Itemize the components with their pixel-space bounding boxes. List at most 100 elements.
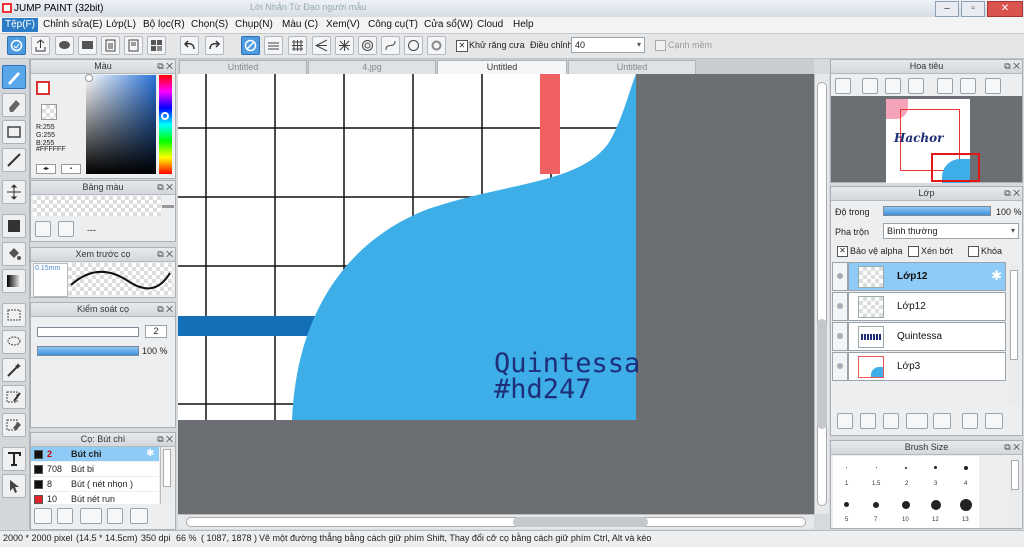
copy-layer-icon[interactable] <box>962 413 978 429</box>
brush-size-dot[interactable] <box>902 501 910 509</box>
zoom-fit-icon[interactable] <box>835 78 851 94</box>
page-icon[interactable] <box>101 36 120 55</box>
brush-size-dot[interactable] <box>960 499 972 511</box>
rectangle-select-icon[interactable] <box>2 120 26 144</box>
pen-tool-icon[interactable] <box>2 65 26 89</box>
export-icon[interactable] <box>31 36 50 55</box>
close-button[interactable]: ✕ <box>987 1 1023 17</box>
brush-cloud-icon[interactable] <box>34 508 52 524</box>
blend-mode-select[interactable]: Bình thường ▾ <box>883 223 1019 239</box>
menu-color[interactable]: Màu (C) <box>279 18 321 32</box>
menu-capture[interactable]: Chụp(N) <box>232 18 276 32</box>
select-pen-icon[interactable] <box>2 385 26 409</box>
cloud-icon[interactable] <box>7 36 26 55</box>
tab-untitled-2[interactable]: Untitled <box>437 60 567 74</box>
brush-size-scroll-thumb[interactable] <box>1011 460 1019 490</box>
layer-row[interactable]: Lớp3 <box>848 352 1006 381</box>
panel-close-icon[interactable]: ⧉ ✕ <box>1004 188 1020 199</box>
clipping-checkbox[interactable] <box>908 246 919 257</box>
panel-close-icon[interactable]: ⧉ ✕ <box>157 61 173 72</box>
line-tool-icon[interactable] <box>2 148 26 172</box>
rotate-left-icon[interactable] <box>937 78 953 94</box>
layer-visibility-toggle[interactable] <box>832 322 848 351</box>
antialias-checkbox[interactable]: ✕ <box>456 40 468 52</box>
vertical-scrollbar[interactable] <box>814 74 829 514</box>
vanishing-point-icon[interactable] <box>312 36 331 55</box>
menu-view[interactable]: Xem(V) <box>323 18 363 32</box>
brush-size-dot[interactable] <box>964 466 968 470</box>
message-icon[interactable] <box>78 36 97 55</box>
fill-rect-icon[interactable] <box>2 214 26 238</box>
vertical-scroll-thumb[interactable] <box>817 319 827 429</box>
select-eraser-icon[interactable] <box>2 413 26 437</box>
brush-size-field[interactable]: 2 <box>145 325 167 338</box>
merge-layer-icon[interactable] <box>985 413 1003 429</box>
panel-close-icon[interactable]: ⧉ ✕ <box>1004 442 1020 453</box>
concentric-snap-icon[interactable] <box>358 36 377 55</box>
zoom-out-icon[interactable] <box>908 78 924 94</box>
hue-slider[interactable] <box>159 75 172 174</box>
panel-close-icon[interactable]: ⧉ ✕ <box>157 249 173 260</box>
brush-size-dot[interactable] <box>846 467 847 468</box>
panel-close-icon[interactable]: ⧉ ✕ <box>157 434 173 445</box>
sv-picker-handle[interactable] <box>85 74 93 82</box>
new-layer-icon[interactable] <box>837 413 853 429</box>
brush-list-scroll-thumb[interactable] <box>163 449 171 487</box>
ellipse-snap-icon[interactable] <box>404 36 423 55</box>
layer-row[interactable]: Lớp12 ✱ <box>848 262 1006 291</box>
add-layer-menu-icon[interactable] <box>906 413 928 429</box>
canvas-area[interactable]: Quintessa #hd247 <box>178 74 814 514</box>
gear-icon[interactable]: ✱ <box>146 447 154 461</box>
text-tool-icon[interactable] <box>2 447 26 471</box>
horizontal-scroll-track[interactable] <box>186 517 806 527</box>
document-icon[interactable] <box>124 36 143 55</box>
rotate-reset-icon[interactable] <box>960 78 976 94</box>
palette-area[interactable] <box>33 196 161 216</box>
layer-visibility-toggle[interactable] <box>832 292 848 321</box>
menu-edit[interactable]: Chỉnh sửa(E) <box>40 18 106 32</box>
menu-tools[interactable]: Công cụ(T) <box>365 18 421 32</box>
brush-item[interactable]: 8 Bút ( nét nhọn ) <box>31 477 159 491</box>
lock-checkbox[interactable] <box>968 246 979 257</box>
undo-icon[interactable] <box>180 36 199 55</box>
brush-size-dot[interactable] <box>931 500 941 510</box>
brush-size-dot[interactable] <box>873 502 879 508</box>
horizontal-scrollbar[interactable] <box>178 514 814 529</box>
layer-row[interactable]: Lớp12 <box>848 292 1006 321</box>
brush-list-scrollbar[interactable] <box>160 447 173 504</box>
brush-size-dot[interactable] <box>844 502 849 507</box>
layer-list-scroll-thumb[interactable] <box>1010 270 1018 360</box>
panel-close-icon[interactable]: ⧉ ✕ <box>157 182 173 193</box>
comment-icon[interactable] <box>55 36 74 55</box>
palette-scroll[interactable] <box>162 205 174 208</box>
layer-folder-icon[interactable] <box>933 413 951 429</box>
select-rect-icon[interactable] <box>2 303 26 327</box>
gear-icon[interactable]: ✱ <box>991 268 1002 284</box>
radial-snap-icon[interactable] <box>335 36 354 55</box>
hue-handle[interactable] <box>161 112 169 120</box>
snap-off-icon[interactable] <box>241 36 260 55</box>
menu-cloud[interactable]: Cloud <box>474 18 506 32</box>
layer-row[interactable]: Quintessa <box>848 322 1006 351</box>
horizontal-scroll-thumb[interactable] <box>513 517 648 527</box>
transparent-button[interactable]: ▪ <box>61 164 81 174</box>
menu-filter[interactable]: Bộ lọc(R) <box>140 18 188 32</box>
minimize-button[interactable]: – <box>935 1 959 17</box>
menu-file[interactable]: Tệp(F) <box>2 18 38 32</box>
correction-select[interactable]: 40 ▾ <box>571 37 645 53</box>
brush-opacity-slider[interactable] <box>37 346 139 356</box>
brush-size-dot[interactable] <box>905 467 907 469</box>
tab-untitled-1[interactable]: Untitled <box>179 60 307 74</box>
brush-settings-icon[interactable] <box>107 508 123 524</box>
parallel-snap-icon[interactable] <box>264 36 283 55</box>
brush-size-slider[interactable] <box>37 327 139 337</box>
new-1bit-layer-icon[interactable] <box>883 413 899 429</box>
alpha-protect-checkbox[interactable]: ✕ <box>837 246 848 257</box>
brush-size-dot[interactable] <box>934 466 937 469</box>
rotate-right-icon[interactable] <box>985 78 1001 94</box>
move-tool-icon[interactable] <box>2 180 26 204</box>
bucket-tool-icon[interactable] <box>2 242 26 266</box>
menu-window[interactable]: Cửa sổ(W) <box>421 18 476 32</box>
curve-snap-icon[interactable] <box>381 36 400 55</box>
layer-visibility-toggle[interactable] <box>832 352 848 381</box>
